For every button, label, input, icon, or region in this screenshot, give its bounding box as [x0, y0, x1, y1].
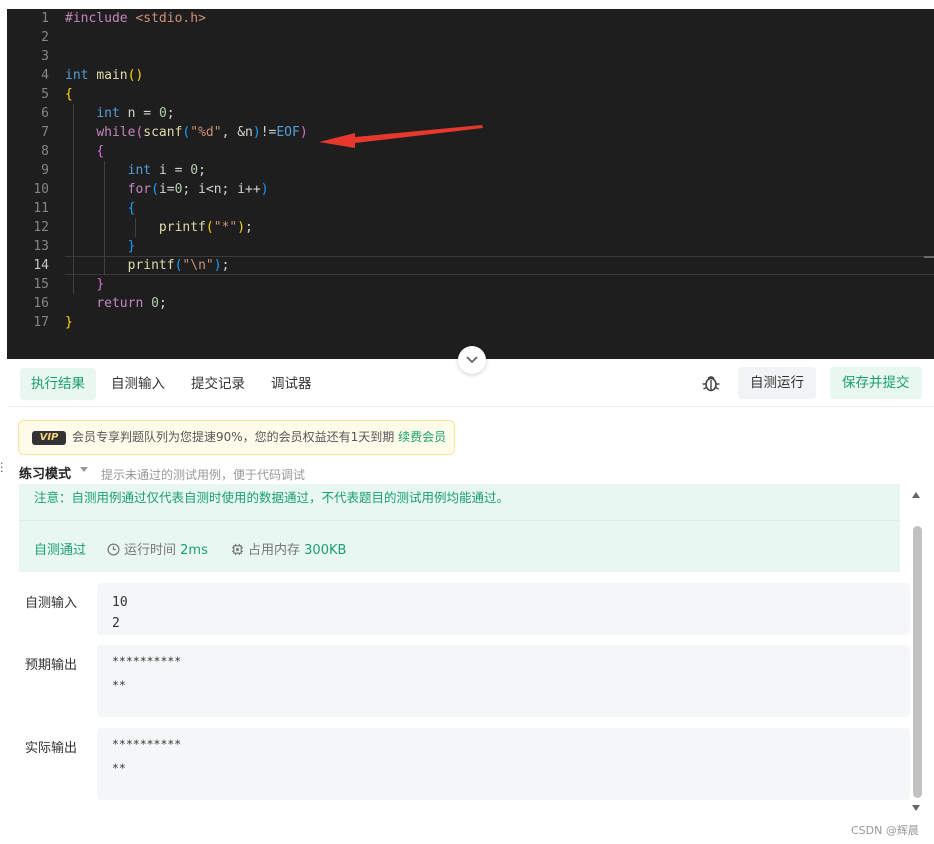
code-text: } [65, 315, 73, 330]
run-time-value: 2ms [180, 543, 208, 558]
mode-hint: 提示未通过的测试用例，便于代码调试 [101, 468, 306, 482]
code-text: int main() [65, 68, 144, 83]
app-root: 1 #include <stdio.h> 2 3 4 int main() 5{6 int … [0, 0, 934, 844]
run-test-button[interactable]: 自测运行 [738, 367, 816, 399]
watermark: CSDN @辉晨 [851, 824, 919, 837]
line-number: 5 [41, 87, 49, 102]
result-notice: 注意：自测用例通过仅代表自测时使用的数据通过，不代表题目的测试用例均能通过。 [19, 484, 900, 520]
collapse-editor-button[interactable] [458, 346, 486, 374]
resize-handle[interactable]: · · · [0, 458, 4, 477]
code-line[interactable]: 8 { [7, 142, 934, 161]
code-line[interactable]: 9 int i = 0; [7, 161, 934, 180]
line-number: 15 [33, 277, 49, 292]
line-number: 13 [33, 239, 49, 254]
code-text: printf("*"); [158, 220, 253, 235]
scrollbar-thumb[interactable] [913, 526, 922, 798]
line-number: 2 [41, 30, 49, 45]
save-submit-button[interactable]: 保存并提交 [830, 367, 922, 399]
code-text: } [96, 277, 105, 292]
code-line[interactable]: 4 int main() [7, 66, 934, 85]
expected-output-box: ********** ** [97, 645, 910, 717]
status-badge: 自测通过 [34, 543, 87, 558]
code-text: { [65, 87, 73, 102]
line-number: 4 [41, 68, 49, 83]
line-number: 9 [41, 163, 49, 178]
vip-badge: VIP [32, 431, 66, 445]
memory-value: 300KB [304, 543, 347, 558]
code-line[interactable]: 15 } [7, 275, 934, 294]
caret-down-icon[interactable] [80, 467, 88, 472]
memory-label: 占用内存 [248, 543, 301, 558]
line-number: 1 [41, 11, 49, 26]
code-text: return 0; [96, 296, 167, 311]
chevron-down-icon [466, 356, 478, 364]
code-text: int i = 0; [127, 163, 206, 178]
actual-output-label: 实际输出 [25, 741, 78, 756]
code-text: for(i=0; i<n; i++) [127, 182, 269, 197]
code-line[interactable]: 3 [7, 47, 934, 66]
code-line[interactable]: 17} [7, 313, 934, 332]
code-line[interactable]: 1 #include <stdio.h> [7, 9, 934, 28]
input-value-box: 10 2 [97, 583, 910, 635]
line-number: 8 [41, 144, 49, 159]
code-editor[interactable]: 1 #include <stdio.h> 2 3 4 int main() 5{6 int … [7, 9, 934, 359]
code-text: } [127, 239, 136, 254]
code-line[interactable]: 2 [7, 28, 934, 47]
vip-banner: VIP 会员专享判题队列为您提速90%，您的会员权益还有1天到期 续费会员 [18, 420, 455, 455]
code-line[interactable]: 13 } [7, 237, 934, 256]
code-text: { [96, 144, 105, 159]
code-line[interactable]: 5{ [7, 85, 934, 104]
tab-debugger[interactable]: 调试器 [260, 368, 323, 400]
chip-icon [231, 543, 244, 556]
run-time-label: 运行时间 [124, 543, 177, 558]
vip-text: 会员专享判题队列为您提速90%，您的会员权益还有1天到期 续费会员 [72, 421, 446, 454]
line-number: 11 [33, 201, 49, 216]
code-line[interactable]: 11 { [7, 199, 934, 218]
expected-output-label: 预期输出 [25, 658, 78, 673]
mode-select[interactable]: 练习模式 [19, 463, 71, 482]
tab-submission-history[interactable]: 提交记录 [180, 368, 256, 400]
code-text: #include <stdio.h> [65, 11, 206, 26]
line-number: 6 [41, 106, 49, 121]
result-status: 自测通过 运行时间 2ms 占用内存 300KB [19, 520, 900, 572]
run-time: 运行时间 2ms [107, 539, 208, 558]
code-line[interactable]: 7 while(scanf("%d", &n)!=EOF) [7, 123, 934, 142]
tab-execution-result[interactable]: 执行结果 [20, 368, 96, 400]
vip-message: 会员专享判题队列为您提速90%，您的会员权益还有1天到期 [72, 430, 395, 444]
code-line[interactable]: 16 return 0; [7, 294, 934, 313]
bug-icon[interactable] [701, 373, 721, 393]
memory-usage: 占用内存 300KB [231, 539, 346, 558]
line-number: 7 [41, 125, 49, 140]
code-line[interactable]: 10 for(i=0; i<n; i++) [7, 180, 934, 199]
line-number: 10 [33, 182, 49, 197]
line-number: 12 [33, 220, 49, 235]
tab-custom-input[interactable]: 自测输入 [100, 368, 176, 400]
renew-vip-link[interactable]: 续费会员 [398, 430, 446, 444]
code-line[interactable]: 14 printf("\n"); [7, 256, 934, 275]
code-text: { [127, 201, 136, 216]
line-number: 16 [33, 296, 49, 311]
scroll-up-arrow[interactable] [912, 492, 920, 498]
clock-icon [107, 543, 120, 556]
line-number: 14 [33, 258, 49, 273]
code-line[interactable]: 12 printf("*"); [7, 218, 934, 237]
input-label: 自测输入 [25, 596, 78, 611]
scroll-down-arrow[interactable] [912, 805, 920, 811]
line-number: 17 [33, 315, 49, 330]
line-number: 3 [41, 49, 49, 64]
code-text: int n = 0; [96, 106, 175, 121]
code-text: while(scanf("%d", &n)!=EOF) [96, 125, 308, 140]
actual-output-box: ********** ** [97, 728, 910, 800]
code-line[interactable]: 6 int n = 0; [7, 104, 934, 123]
code-text: printf("\n"); [127, 258, 230, 273]
